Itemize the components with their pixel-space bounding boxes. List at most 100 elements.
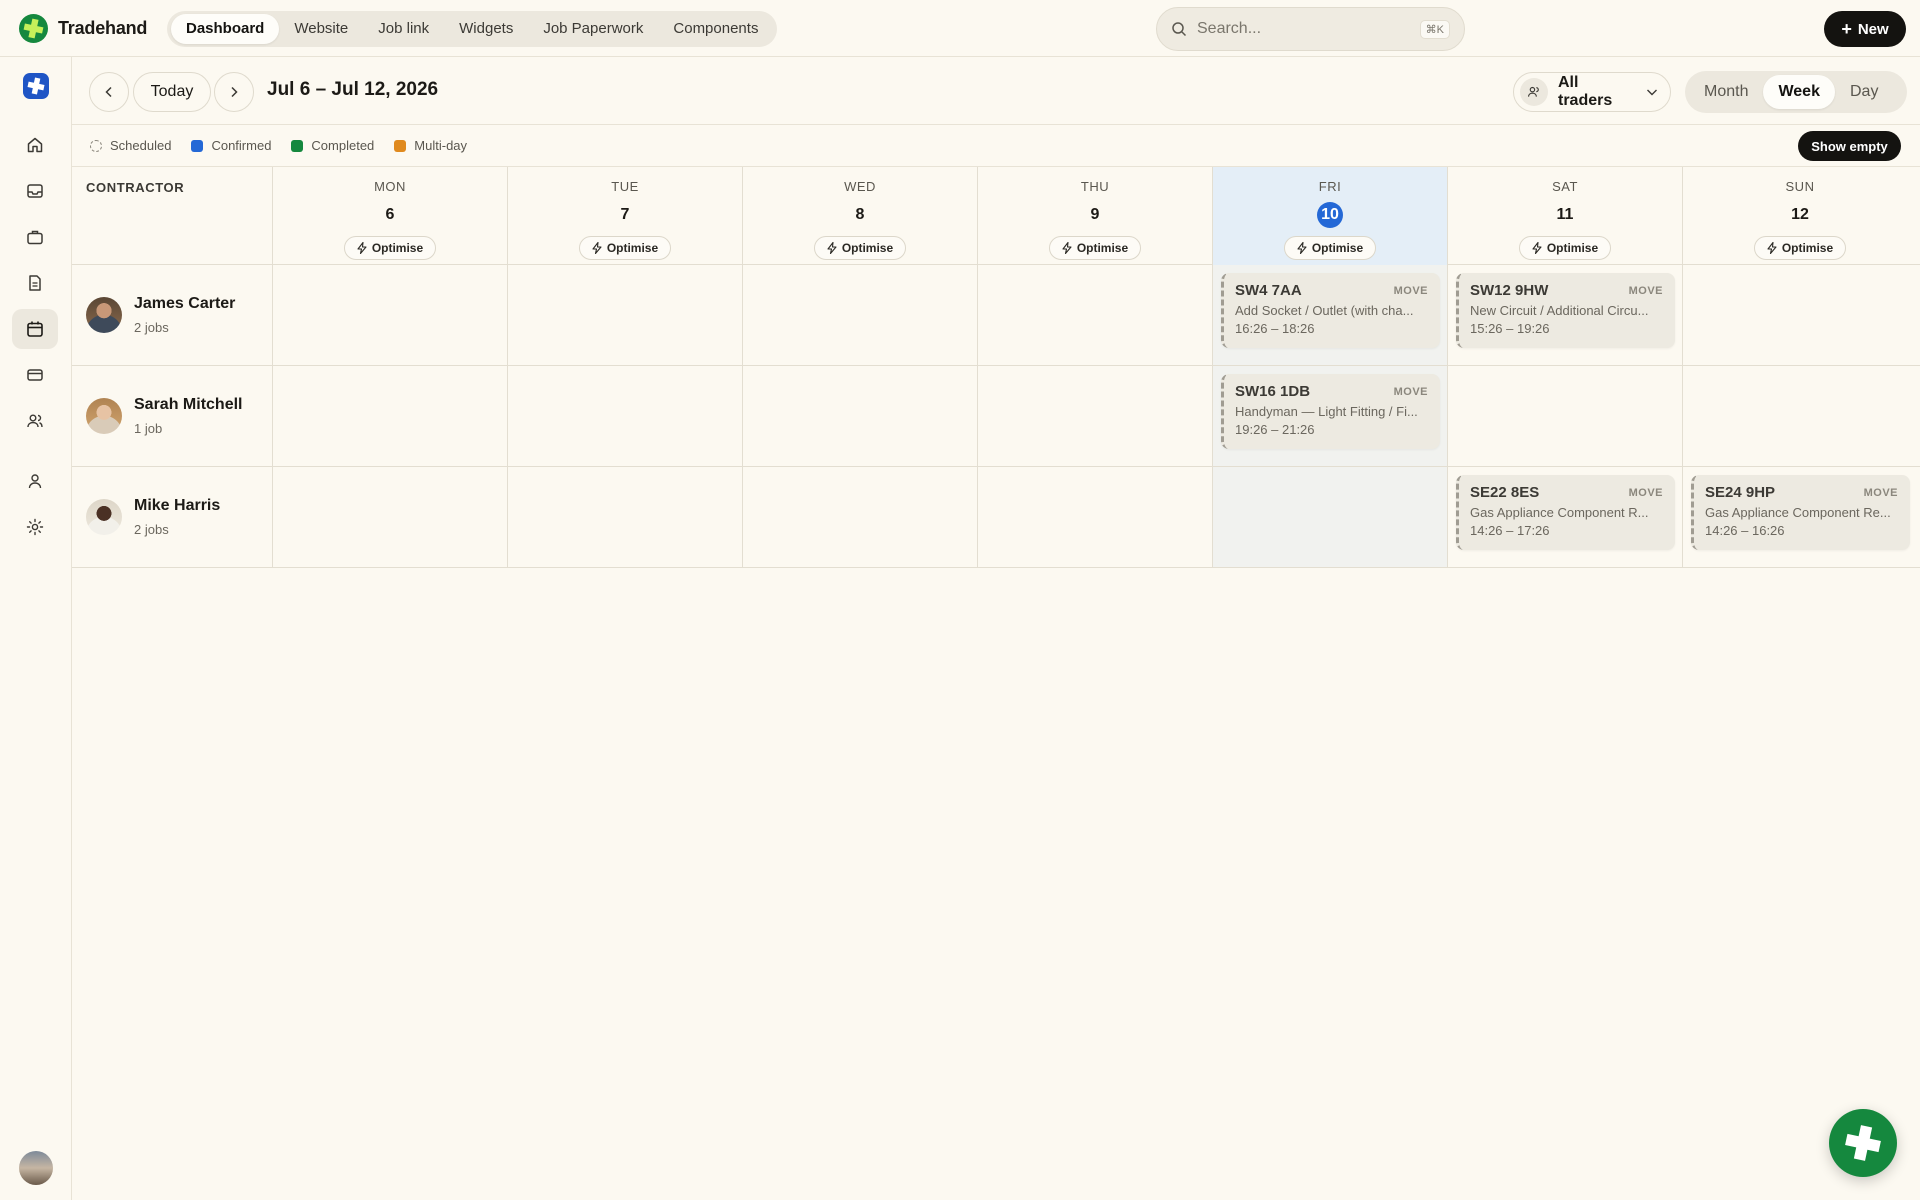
- schedule-cell[interactable]: [1682, 265, 1917, 365]
- sidebar-item-calendar[interactable]: [12, 309, 58, 349]
- schedule-cell[interactable]: [272, 366, 507, 466]
- show-empty-button[interactable]: Show empty: [1798, 131, 1901, 161]
- contractor-job-count: 2 jobs: [134, 320, 169, 335]
- job-move-handle[interactable]: MOVE: [1864, 487, 1898, 499]
- sidebar-item-payments[interactable]: [12, 355, 58, 395]
- chevron-left-icon: [105, 86, 112, 98]
- job-move-handle[interactable]: MOVE: [1629, 487, 1663, 499]
- tab-job-link[interactable]: Job link: [363, 14, 444, 44]
- schedule-cell[interactable]: [742, 265, 977, 365]
- bolt-icon: [1297, 242, 1307, 254]
- schedule-cell[interactable]: SE22 8ES MOVE Gas Appliance Component R...…: [1447, 467, 1682, 567]
- optimise-button[interactable]: Optimise: [814, 236, 906, 260]
- schedule-cell[interactable]: SW16 1DB MOVE Handyman — Light Fitting / F…: [1212, 366, 1447, 466]
- job-move-handle[interactable]: MOVE: [1629, 285, 1663, 297]
- today-button[interactable]: Today: [133, 72, 211, 112]
- calendar-icon: [27, 321, 43, 337]
- view-week-button[interactable]: Week: [1763, 75, 1835, 109]
- inbox-icon: [27, 184, 43, 198]
- schedule-cell[interactable]: [1212, 467, 1447, 567]
- schedule-cell[interactable]: [507, 467, 742, 567]
- day-name: MON: [374, 179, 406, 194]
- schedule-cell[interactable]: [507, 366, 742, 466]
- schedule-cell[interactable]: [272, 265, 507, 365]
- contractor-row: James Carter 2 jobs SW4 7AA MOVE Add Socket …: [72, 265, 1920, 366]
- view-month-button[interactable]: Month: [1689, 75, 1763, 109]
- job-postcode: SW16 1DB: [1235, 383, 1311, 400]
- tab-dashboard[interactable]: Dashboard: [171, 14, 280, 44]
- tab-job-paperwork[interactable]: Job Paperwork: [528, 14, 658, 44]
- job-move-handle[interactable]: MOVE: [1394, 386, 1428, 398]
- new-button[interactable]: + New: [1824, 11, 1906, 47]
- users-icon: [1520, 78, 1548, 106]
- optimise-button[interactable]: Optimise: [344, 236, 436, 260]
- view-day-button[interactable]: Day: [1835, 75, 1893, 109]
- schedule-cell[interactable]: SW4 7AA MOVE Add Socket / Outlet (with cha…: [1212, 265, 1447, 365]
- person-icon: [28, 474, 42, 489]
- schedule-cell[interactable]: [977, 366, 1212, 466]
- sidebar-item-home[interactable]: [12, 125, 58, 165]
- optimise-button[interactable]: Optimise: [1519, 236, 1611, 260]
- day-header-sat: SAT 11 Optimise: [1447, 167, 1682, 265]
- job-card[interactable]: SE22 8ES MOVE Gas Appliance Component R...…: [1456, 475, 1675, 550]
- schedule-cell[interactable]: [977, 467, 1212, 567]
- brand[interactable]: Tradehand: [19, 14, 147, 43]
- traders-filter[interactable]: All traders: [1513, 72, 1671, 112]
- quick-add-button[interactable]: [1829, 1109, 1897, 1177]
- schedule-cell[interactable]: SE24 9HP MOVE Gas Appliance Component Re..…: [1682, 467, 1917, 567]
- bolt-icon: [1532, 242, 1542, 254]
- optimise-label: Optimise: [1311, 241, 1364, 255]
- schedule-cell[interactable]: [742, 467, 977, 567]
- sidebar-item-documents[interactable]: [12, 263, 58, 303]
- job-card[interactable]: SE24 9HP MOVE Gas Appliance Component Re..…: [1691, 475, 1910, 550]
- optimise-button[interactable]: Optimise: [1284, 236, 1376, 260]
- search-input[interactable]: [1197, 20, 1420, 38]
- job-postcode: SE22 8ES: [1470, 484, 1540, 501]
- contractor-info[interactable]: James Carter 2 jobs: [86, 295, 235, 335]
- schedule-cell[interactable]: [742, 366, 977, 466]
- optimise-label: Optimise: [841, 241, 894, 255]
- job-card-header: SW12 9HW MOVE: [1470, 282, 1663, 299]
- day-name: FRI: [1318, 179, 1342, 194]
- day-number: 10: [1317, 202, 1343, 228]
- schedule-cell[interactable]: [1682, 366, 1917, 466]
- contractor-column-header: CONTRACTOR: [86, 180, 185, 195]
- optimise-label: Optimise: [1546, 241, 1599, 255]
- job-move-handle[interactable]: MOVE: [1394, 285, 1428, 297]
- job-card[interactable]: SW16 1DB MOVE Handyman — Light Fitting / F…: [1221, 374, 1440, 449]
- job-card[interactable]: SW4 7AA MOVE Add Socket / Outlet (with cha…: [1221, 273, 1440, 348]
- search-icon: [1172, 22, 1187, 37]
- optimise-label: Optimise: [606, 241, 659, 255]
- contractor-info[interactable]: Mike Harris 2 jobs: [86, 497, 220, 537]
- tab-website[interactable]: Website: [279, 14, 363, 44]
- sidebar-item-profile[interactable]: [12, 461, 58, 501]
- schedule-cell[interactable]: [1447, 366, 1682, 466]
- optimise-button[interactable]: Optimise: [579, 236, 671, 260]
- search-box[interactable]: ⌘K: [1156, 7, 1465, 51]
- schedule-cell[interactable]: SW12 9HW MOVE New Circuit / Additional Cir…: [1447, 265, 1682, 365]
- schedule-cell[interactable]: [507, 265, 742, 365]
- schedule-cell[interactable]: [977, 265, 1212, 365]
- status-legend: Scheduled Confirmed Completed Multi-day: [90, 138, 467, 153]
- next-week-button[interactable]: [214, 72, 254, 112]
- optimise-button[interactable]: Optimise: [1754, 236, 1846, 260]
- sidebar-item-inbox[interactable]: [12, 171, 58, 211]
- workspace-logo-icon[interactable]: [23, 73, 49, 99]
- job-card[interactable]: SW12 9HW MOVE New Circuit / Additional Cir…: [1456, 273, 1675, 348]
- job-time: 14:26 – 17:26: [1470, 523, 1550, 538]
- legend-label: Confirmed: [211, 138, 272, 153]
- day-number: 12: [1791, 206, 1809, 223]
- schedule-cell[interactable]: [272, 467, 507, 567]
- user-avatar[interactable]: [19, 1151, 53, 1185]
- sidebar-item-team[interactable]: [12, 401, 58, 441]
- contractor-text: Mike Harris 2 jobs: [134, 497, 220, 537]
- previous-week-button[interactable]: [89, 72, 129, 112]
- contractor-info[interactable]: Sarah Mitchell 1 job: [86, 396, 242, 436]
- day-header-mon: MON 6 Optimise: [272, 167, 507, 265]
- optimise-button[interactable]: Optimise: [1049, 236, 1141, 260]
- tab-components[interactable]: Components: [658, 14, 773, 44]
- tab-widgets[interactable]: Widgets: [444, 14, 528, 44]
- sidebar-item-settings[interactable]: [12, 507, 58, 547]
- sidebar-item-jobs[interactable]: [12, 217, 58, 257]
- job-time: 14:26 – 16:26: [1705, 523, 1785, 538]
